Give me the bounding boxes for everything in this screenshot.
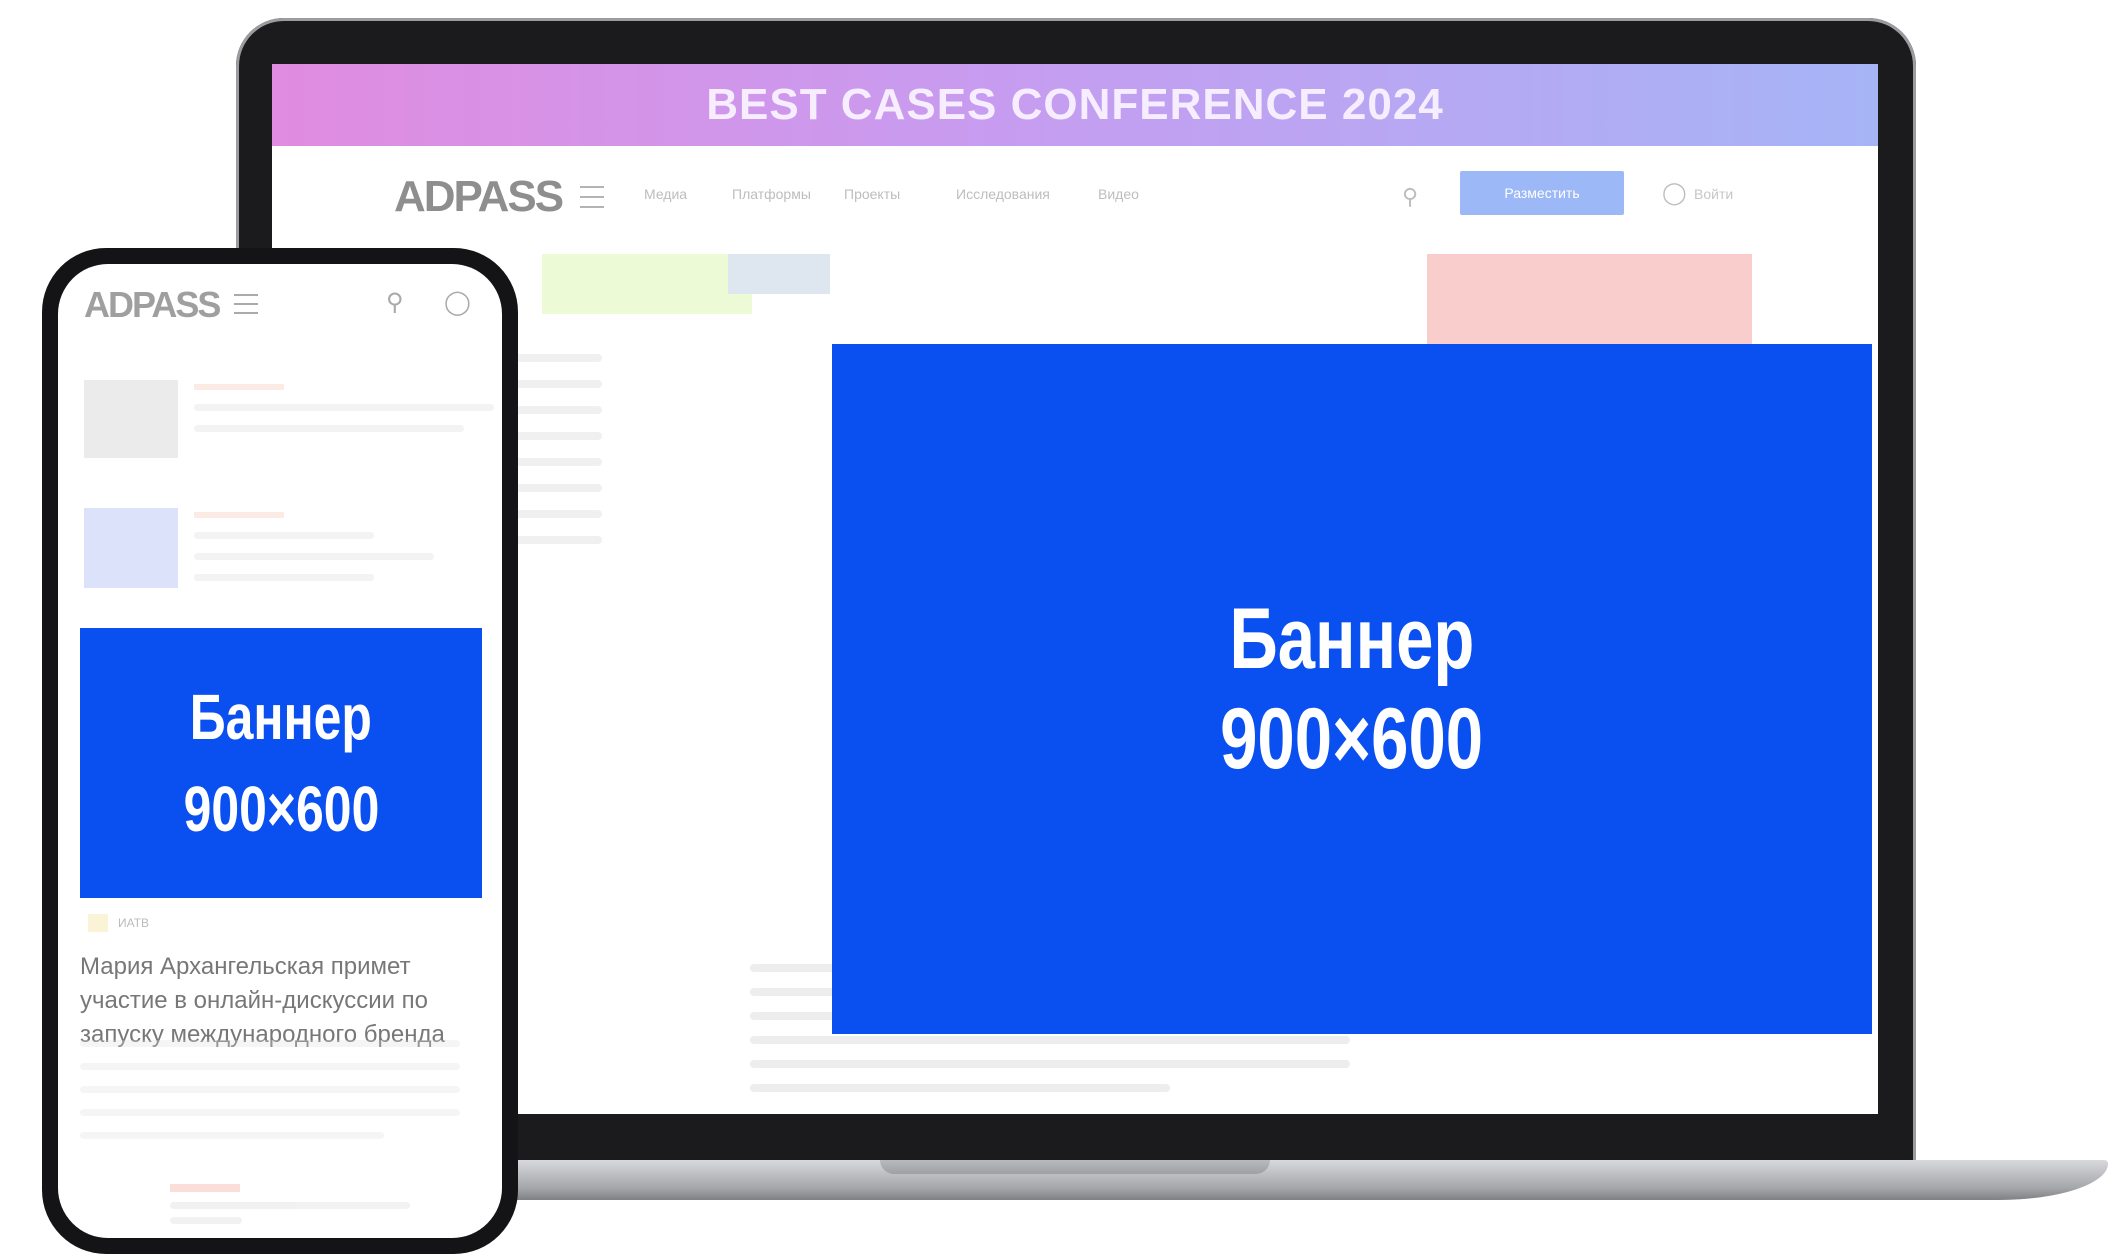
phone-user-icon[interactable]: ◯ bbox=[444, 288, 471, 317]
laptop-hinge bbox=[880, 1160, 1270, 1174]
nav-item-video[interactable]: Видео bbox=[1098, 186, 1139, 202]
news-thumb[interactable] bbox=[84, 508, 178, 588]
promo-text: BEST CASES CONFERENCE 2024 bbox=[706, 80, 1444, 129]
publish-button[interactable]: Разместить bbox=[1460, 171, 1624, 215]
search-icon[interactable]: ⚲ bbox=[1402, 184, 1418, 210]
banner-label: Баннер bbox=[1229, 591, 1475, 687]
site-header: ADPASS Медиа Платформы Проекты Исследова… bbox=[272, 146, 1878, 242]
banner-size: 900×600 bbox=[183, 773, 379, 845]
login-link[interactable]: Войти bbox=[1694, 186, 1733, 202]
nav-item-platforms[interactable]: Платформы bbox=[732, 186, 811, 202]
news-thumb[interactable] bbox=[84, 380, 178, 458]
banner-label: Баннер bbox=[189, 681, 373, 753]
menu-icon[interactable] bbox=[580, 186, 604, 208]
phone-screen: ADPASS ⚲ ◯ Баннер 900×600 ИАТВ Мария Арх… bbox=[58, 264, 502, 1238]
article-source: ИАТВ bbox=[118, 916, 150, 930]
banner-size: 900×600 bbox=[1220, 691, 1484, 787]
article-title[interactable]: Мария Архангельская примет участие в онл… bbox=[80, 950, 482, 1052]
left-column-text bbox=[512, 354, 602, 562]
nav-item-projects[interactable]: Проекты bbox=[844, 186, 900, 202]
promo-banner[interactable]: BEST CASES CONFERENCE 2024 bbox=[272, 64, 1878, 146]
phone-banner-900x600[interactable]: Баннер 900×600 bbox=[80, 628, 482, 898]
tag-badge bbox=[170, 1184, 240, 1192]
promo-card-green[interactable] bbox=[542, 254, 752, 314]
list-item[interactable] bbox=[194, 384, 494, 446]
banner-900x600[interactable]: Баннер 900×600 bbox=[832, 344, 1872, 1034]
site-logo[interactable]: ADPASS bbox=[394, 172, 564, 222]
phone-logo[interactable]: ADPASS bbox=[84, 284, 221, 326]
user-icon[interactable]: ◯ bbox=[1662, 180, 1687, 206]
article-excerpt bbox=[80, 1040, 460, 1155]
phone-search-icon[interactable]: ⚲ bbox=[386, 288, 404, 317]
phone-menu-icon[interactable] bbox=[234, 294, 258, 314]
list-item[interactable] bbox=[170, 1202, 410, 1232]
badge-icon bbox=[88, 914, 108, 932]
news-card-thumb[interactable] bbox=[728, 254, 830, 294]
nav-item-research[interactable]: Исследования bbox=[956, 186, 1050, 202]
list-item[interactable] bbox=[194, 512, 494, 595]
nav-item-media[interactable]: Медиа bbox=[644, 186, 687, 202]
